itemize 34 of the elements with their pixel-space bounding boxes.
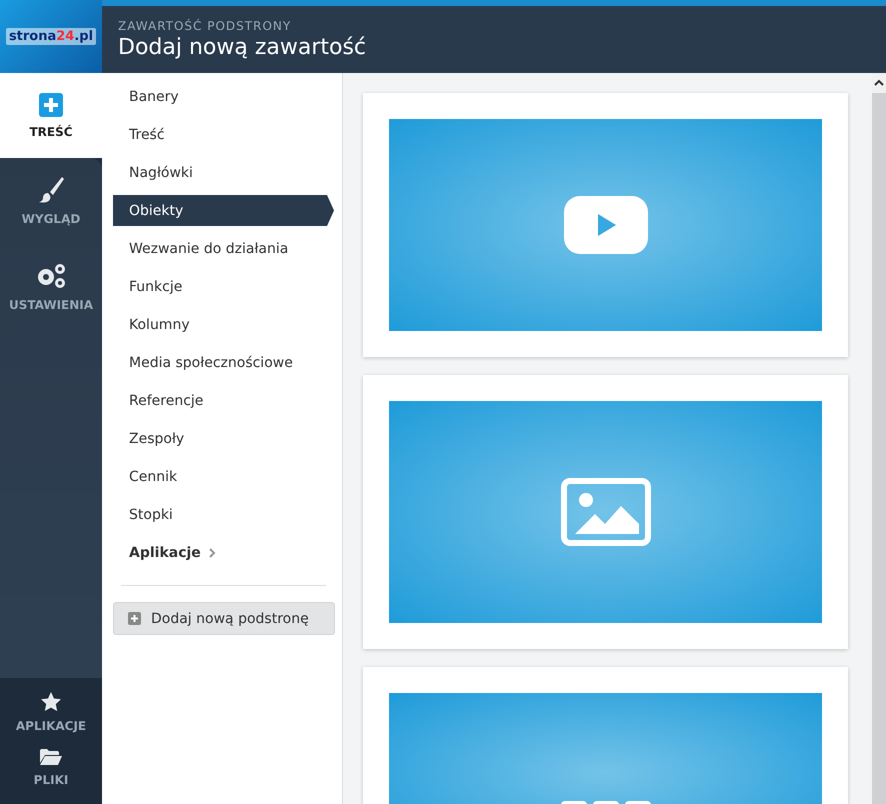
plus-icon <box>128 612 141 625</box>
brush-icon <box>38 176 64 204</box>
menu-item[interactable]: Banery <box>113 81 334 112</box>
scrollbar[interactable] <box>872 73 886 804</box>
menu-item[interactable]: Media społecznościowe <box>113 347 334 378</box>
image-icon <box>560 478 650 546</box>
menu-item[interactable]: Funkcje <box>113 271 334 302</box>
menu-item[interactable]: Kolumny <box>113 309 334 340</box>
content-card[interactable] <box>363 93 848 357</box>
star-icon <box>41 692 61 710</box>
content-card[interactable] <box>363 375 848 649</box>
rail-tab[interactable]: TREŚĆ <box>0 73 102 158</box>
menu-item[interactable]: Aplikacje <box>113 537 334 568</box>
rail-tab[interactable]: APLIKACJE <box>0 684 102 740</box>
folder-icon <box>40 749 62 765</box>
logo[interactable]: strona24.pl <box>6 28 96 45</box>
menu-item[interactable]: Nagłówki <box>113 157 334 188</box>
page-title: Dodaj nową zawartość <box>118 35 368 60</box>
menu-item[interactable]: Cennik <box>113 461 334 492</box>
menu-item[interactable]: Stopki <box>113 499 334 530</box>
header-subtitle: ZAWARTOŚĆ PODSTRONY <box>118 19 292 33</box>
plus-icon <box>39 92 63 116</box>
menu-item[interactable]: Zespoły <box>113 423 334 454</box>
menu-item[interactable]: Treść <box>113 119 334 150</box>
caret-up-icon[interactable] <box>872 73 886 93</box>
rail-tab[interactable]: WYGLĄD <box>0 158 102 244</box>
play-icon <box>564 196 648 254</box>
rail-tab[interactable]: USTAWIENIA <box>0 244 102 330</box>
menu-item[interactable]: Obiekty <box>113 195 334 226</box>
add-subpage-button[interactable]: Dodaj nową podstronę <box>113 602 335 635</box>
chevron-icon <box>208 548 216 558</box>
menu-item[interactable]: Referencje <box>113 385 334 416</box>
rail-tab[interactable]: PLIKI <box>0 740 102 796</box>
menu-item[interactable]: Wezwanie do działania <box>113 233 334 264</box>
